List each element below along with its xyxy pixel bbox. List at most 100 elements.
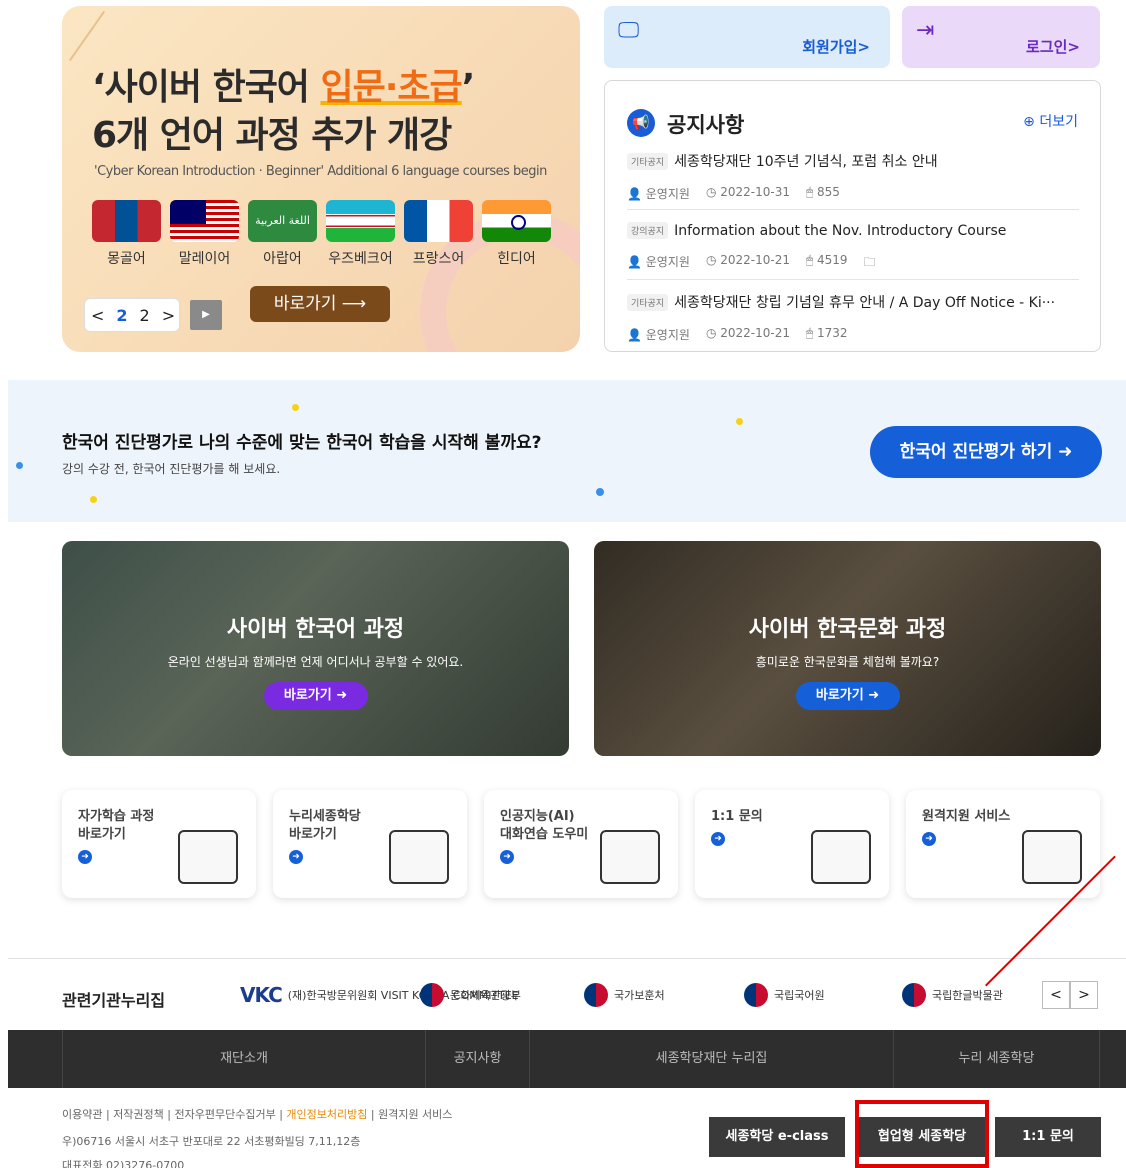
quick-menu-nuri-sejong[interactable]: 누리세종학당 바로가기 ➜ bbox=[273, 790, 467, 898]
banner-play-button[interactable]: ▶ bbox=[190, 300, 222, 330]
notice-tag: 강의공지 bbox=[627, 222, 669, 239]
related-nav: < > bbox=[1042, 981, 1098, 1009]
footer-nav-item[interactable]: 공지사항 bbox=[426, 1030, 530, 1088]
banner-current-page: 2 bbox=[116, 305, 128, 325]
course-go-button[interactable]: 바로가기 ➜ bbox=[795, 682, 900, 710]
korea-emblem-icon bbox=[902, 983, 926, 1007]
remote-support-icon bbox=[1022, 830, 1082, 884]
author-icon-text: 👤 운영지원 bbox=[627, 328, 690, 342]
login-link[interactable]: 로그인> bbox=[1026, 36, 1080, 57]
notice-panel: 📢 공지사항 ⊕ 더보기 기타공지 세종학당재단 10주년 기념식, 포럼 취소 … bbox=[604, 80, 1101, 352]
clock-icon-text: ◷ 2022-10-21 bbox=[705, 326, 790, 340]
banner-next-button[interactable]: > bbox=[156, 306, 181, 325]
inquiry-button[interactable]: 1:1 문의 bbox=[995, 1117, 1101, 1157]
notice-title: 공지사항 bbox=[667, 113, 745, 137]
flag-mongolian: 몽골어 bbox=[92, 200, 161, 268]
footer-nav: 재단소개 공지사항 세종학당재단 누리집 누리 세종학당 bbox=[8, 1030, 1126, 1088]
notice-author: 운영지원 bbox=[645, 328, 690, 342]
notice-item[interactable]: 기타공지 세종학당재단 창립 기념일 휴무 안내 / A Day Off Noti… bbox=[627, 279, 1079, 349]
banner-decoration bbox=[68, 10, 106, 62]
banner-pager: < 2 2 > bbox=[84, 298, 180, 332]
india-flag-icon bbox=[482, 200, 551, 242]
views-icon-text: 🖱 855 bbox=[805, 185, 840, 199]
quick-menu-remote-support[interactable]: 원격지원 서비스 ➜ bbox=[906, 790, 1100, 898]
notice-item[interactable]: 강의공지 Information about the Nov. Introduct… bbox=[627, 209, 1079, 279]
views-icon-text: 🖱 4519 bbox=[805, 253, 848, 267]
flag-french: 프랑스어 bbox=[404, 200, 473, 268]
related-institutions: 관련기관누리집 VKC (재)한국방문위원회 VISIT KOREA COMMIT… bbox=[8, 958, 1126, 1030]
notice-date: 2022-10-21 bbox=[720, 326, 790, 340]
banner-title-part: ‘사이버 한국어 bbox=[92, 67, 321, 108]
graduation-cap-icon bbox=[389, 830, 449, 884]
arrow-circle-icon: ➜ bbox=[289, 850, 303, 864]
signup-tile[interactable]: 🖵 회원가입> bbox=[604, 6, 890, 68]
logo-text: 국가보훈처 bbox=[614, 989, 665, 1002]
promo-banner[interactable]: ‘사이버 한국어 입문·초급’ 6개 언어 과정 추가 개강 'Cyber Ko… bbox=[62, 6, 580, 352]
footer-phone: 대표전화 02)3276-0700 bbox=[62, 1159, 185, 1168]
course-go-button[interactable]: 바로가기 ➜ bbox=[263, 682, 368, 710]
flag-malay: 말레이어 bbox=[170, 200, 239, 268]
related-prev-button[interactable]: < bbox=[1042, 981, 1070, 1009]
footer-link[interactable]: 저작권정책 bbox=[113, 1108, 164, 1121]
author-icon-text: 👤 운영지원 bbox=[627, 187, 690, 201]
related-title: 관련기관누리집 bbox=[62, 991, 166, 1010]
mcst-logo[interactable]: 문화체육관광부 bbox=[420, 983, 521, 1007]
language-label: 말레이어 bbox=[178, 251, 231, 267]
footer-links: 이용약관 | 저작권정책 | 전자우편무단수집거부 | 개인정보처리방침 | 원… bbox=[62, 1108, 453, 1121]
notice-item-title[interactable]: 세종학당재단 창립 기념일 휴무 안내 / A Day Off Notice -… bbox=[674, 292, 1055, 312]
notice-item-title[interactable]: Information about the Nov. Introductory … bbox=[674, 223, 1006, 239]
banner-prev-button[interactable]: < bbox=[85, 306, 110, 325]
cyber-culture-course-card[interactable]: 사이버 한국문화 과정 흥미로운 한국문화를 체험해 볼까요? 바로가기 ➜ bbox=[594, 541, 1101, 756]
decor-dot bbox=[292, 404, 299, 411]
quick-menu-self-study[interactable]: 자가학습 과정 바로가기 ➜ bbox=[62, 790, 256, 898]
notice-item-title[interactable]: 세종학당재단 10주년 기념식, 포럼 취소 안내 bbox=[674, 151, 937, 171]
notice-more-link[interactable]: ⊕ 더보기 bbox=[1023, 111, 1078, 131]
related-next-button[interactable]: > bbox=[1070, 981, 1098, 1009]
clock-icon-text: ◷ 2022-10-21 bbox=[705, 253, 790, 267]
footer-nav-item[interactable]: 누리 세종학당 bbox=[894, 1030, 1100, 1088]
language-label: 힌디어 bbox=[497, 251, 536, 267]
footer-link[interactable]: 원격지원 서비스 bbox=[378, 1108, 452, 1121]
banner-subtitle: 'Cyber Korean Introduction · Beginner' A… bbox=[94, 164, 547, 179]
banner-go-button[interactable]: 바로가기 ⟶ bbox=[250, 286, 390, 322]
decor-dot bbox=[90, 496, 97, 503]
course-desc: 흥미로운 한국문화를 체험해 볼까요? bbox=[755, 655, 940, 669]
cyber-korean-course-card[interactable]: 사이버 한국어 과정 온라인 선생님과 함께라면 언제 어디서나 공부할 수 있… bbox=[62, 541, 569, 756]
footer-link[interactable]: 전자우편무단수집거부 bbox=[175, 1108, 276, 1121]
eclass-button[interactable]: 세종학당 e-class bbox=[709, 1117, 845, 1157]
footer-address: 우)06716 서울시 서초구 반포대로 22 서초평화빌딩 7,11,12층 bbox=[62, 1135, 361, 1148]
notice-tag: 기타공지 bbox=[627, 152, 669, 170]
france-flag-icon bbox=[404, 200, 473, 242]
footer-link[interactable]: 이용약관 bbox=[62, 1108, 102, 1121]
flag-uzbek: 우즈베크어 bbox=[326, 200, 395, 268]
language-flags: 몽골어 말레이어 اللغة العربية 아랍어 우즈베크어 프랑스어 힌디어 bbox=[92, 200, 551, 268]
nikl-logo[interactable]: 국립국어원 bbox=[744, 983, 825, 1007]
arabic-flag-icon: اللغة العربية bbox=[248, 200, 317, 242]
diagnosis-heading: 한국어 진단평가로 나의 수준에 맞는 한국어 학습을 시작해 볼까요? bbox=[62, 433, 542, 453]
quick-menu-label: 1:1 문의 bbox=[711, 809, 763, 824]
laptop-chat-icon bbox=[600, 830, 660, 884]
decor-dot bbox=[596, 488, 604, 496]
language-label: 프랑스어 bbox=[412, 251, 465, 267]
diagnosis-test-button[interactable]: 한국어 진단평가 하기 ➜ bbox=[870, 426, 1102, 478]
language-label: 우즈베크어 bbox=[328, 251, 393, 267]
mpva-logo[interactable]: 국가보훈처 bbox=[584, 983, 665, 1007]
notice-views: 1732 bbox=[817, 326, 848, 340]
clock-icon-text: ◷ 2022-10-31 bbox=[705, 185, 790, 199]
logo-text: 국립국어원 bbox=[774, 989, 825, 1002]
hangeul-museum-logo[interactable]: 국립한글박물관 bbox=[902, 983, 1003, 1007]
quick-menu-inquiry[interactable]: 1:1 문의 ➜ bbox=[695, 790, 889, 898]
footer-nav-item[interactable]: 재단소개 bbox=[62, 1030, 426, 1088]
arrow-circle-icon: ➜ bbox=[711, 832, 725, 846]
banner-title: ‘사이버 한국어 입문·초급’ 6개 언어 과정 추가 개강 bbox=[92, 64, 475, 160]
footer-link-privacy[interactable]: 개인정보처리방침 bbox=[286, 1108, 367, 1121]
banner-total-pages: 2 bbox=[139, 305, 150, 325]
footer-nav-item[interactable]: 세종학당재단 누리집 bbox=[530, 1030, 894, 1088]
signup-link[interactable]: 회원가입> bbox=[802, 36, 870, 57]
notice-views: 855 bbox=[817, 185, 840, 199]
decor-dot bbox=[736, 418, 743, 425]
language-label: 아랍어 bbox=[263, 251, 302, 267]
quick-menu-ai-helper[interactable]: 인공지능(AI) 대화연습 도우미 ➜ bbox=[484, 790, 678, 898]
login-tile[interactable]: ⇥ 로그인> bbox=[902, 6, 1100, 68]
banner-title-line2: 6개 언어 과정 추가 개강 bbox=[92, 115, 452, 156]
